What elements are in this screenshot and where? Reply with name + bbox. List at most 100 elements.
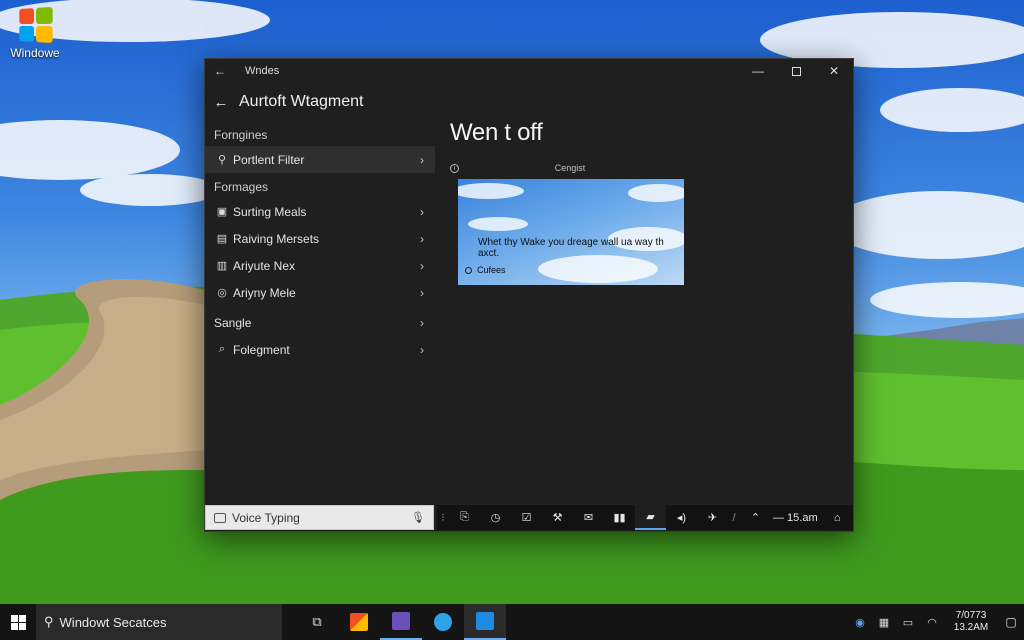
preview-text: Whet thy Wake you dreage wall ua way th … [478, 237, 664, 259]
close-button[interactable]: ✕ [815, 59, 853, 83]
more-icon[interactable]: ⁝ [437, 505, 449, 530]
content-pane: Wen t off i Cengist Whet thy Wake you dr… [450, 117, 850, 285]
photos-icon [476, 612, 494, 630]
battery-icon[interactable]: ▭ [896, 616, 920, 629]
sidebar-item-ariyute-nex[interactable]: ▥ Ariyute Nex › [205, 252, 435, 279]
desktop-icon-windows[interactable]: Windowe [4, 6, 66, 60]
sidebar-item-portlent-filter[interactable]: ⚲ Portlent Filter › [205, 146, 435, 173]
wrench-icon[interactable]: ⚒ [542, 505, 573, 530]
taskbar-app-onenote[interactable] [380, 604, 422, 640]
start-tile [18, 614, 26, 622]
title-bar[interactable]: ← Wndes — ✕ [205, 59, 853, 83]
caret-up-icon[interactable]: ⌃ [740, 505, 771, 530]
chevron-right-icon: › [420, 204, 424, 219]
chevron-right-icon: › [420, 231, 424, 246]
desktop-icon-label: Windowe [10, 46, 60, 60]
settings-window: ← Wndes — ✕ ← Aurtoft Wtagment Forngines… [204, 58, 854, 532]
chevron-right-icon: › [420, 152, 424, 167]
window-title: Wndes [245, 65, 280, 77]
titlebar-back-icon[interactable]: ← [205, 64, 235, 78]
keyboard-layout-icon[interactable]: ▦ [872, 616, 896, 629]
start-tile [10, 622, 18, 630]
logo-yellow [35, 26, 53, 44]
preview-option[interactable]: Cufees [465, 265, 506, 275]
mail-icon[interactable]: ✉ [573, 505, 604, 530]
image-icon: ▣ [216, 206, 228, 218]
slash-icon: / [732, 511, 736, 524]
network-icon[interactable]: ◠ [920, 616, 944, 629]
sidebar: Forngines ⚲ Portlent Filter › Formages ▣… [205, 121, 435, 363]
circle-icon: ◎ [217, 287, 227, 299]
search-icon: ⚲ [44, 614, 54, 629]
sidebar-item-label: Sangle [214, 315, 252, 330]
photo-icon: ▤ [216, 233, 228, 245]
minimize-icon: — [752, 64, 764, 78]
radio-icon [465, 266, 472, 274]
taskbar-app-photos[interactable] [464, 604, 506, 640]
search-icon: ⌕ [218, 343, 226, 355]
pin-icon: ⚲ [217, 154, 227, 166]
clock-time: 7/0773 [955, 610, 987, 621]
sidebar-item-folegment[interactable]: ⌕ Folegment › [205, 336, 435, 363]
chevron-right-icon: › [420, 342, 424, 357]
task-view-button[interactable]: ⧉ [296, 604, 338, 640]
page-header: ← Aurtoft Wtagment [205, 87, 364, 117]
preview-image[interactable]: Whet thy Wake you dreage wall ua way th … [458, 179, 684, 285]
airplane-icon[interactable]: ✈ [697, 505, 728, 530]
logo-red [19, 8, 35, 25]
start-button[interactable] [0, 604, 36, 640]
maximize-icon [791, 66, 801, 76]
edge-icon [434, 613, 452, 631]
task-view-icon: ⧉ [312, 614, 322, 629]
search-placeholder: Windowt Secatces [59, 614, 167, 630]
taskbar-app-edge[interactable] [422, 604, 464, 640]
signal-icon[interactable]: ▮▮ [604, 505, 635, 530]
clock-date: 13.2AM [953, 622, 989, 633]
sidebar-item-label: Surting Meals [233, 204, 307, 219]
film-icon: ▥ [216, 260, 228, 272]
sidebar-item-label: Raiving Mersets [233, 231, 320, 246]
preview-caption: Cengist [554, 163, 586, 173]
action-center-icon[interactable]: ⌂ [822, 505, 853, 530]
sidebar-item-surting-meals[interactable]: ▣ Surting Meals › [205, 198, 435, 225]
sidebar-group-heading: Forngines [214, 128, 268, 142]
chevron-right-icon: › [420, 315, 424, 330]
sidebar-group-heading: Formages [214, 180, 269, 194]
sidebar-item-raiving-mersets[interactable]: ▤ Raiving Mersets › [205, 225, 435, 252]
sidebar-item-label: Portlent Filter [233, 152, 305, 167]
taskbar: ⚲ Windowt Secatces ⧉ ◉ ▦ ▭ ◠ 7/0773 13.2… [0, 604, 1024, 640]
volume-icon[interactable]: ◂) [666, 505, 697, 530]
logo-blue [19, 25, 35, 42]
preview-option-label: Cufees [477, 265, 506, 275]
logo-green [35, 6, 53, 24]
maximize-button[interactable] [777, 59, 815, 83]
clock-icon[interactable]: ◷ [480, 505, 511, 530]
clipboard-icon[interactable]: ⎘ [449, 505, 480, 530]
sidebar-item-ariyny-mele[interactable]: ◎ Ariyny Mele › [205, 279, 435, 306]
notifications-icon[interactable]: ▢ [998, 615, 1024, 629]
minimize-button[interactable]: — [739, 59, 777, 83]
chevron-right-icon: › [420, 285, 424, 300]
chevron-right-icon: › [420, 258, 424, 273]
taskbar-clock[interactable]: 7/0773 13.2AM [944, 610, 998, 634]
page-title: Aurtoft Wtagment [239, 93, 364, 110]
keyboard-icon [214, 512, 226, 523]
system-tray: ◉ ▦ ▭ ◠ 7/0773 13.2AM ▢ [848, 604, 1024, 640]
start-tile [18, 622, 26, 630]
back-button[interactable]: ← [205, 94, 237, 111]
microphone-icon[interactable]: 🎙 [411, 511, 425, 524]
store-icon [350, 613, 368, 631]
sidebar-item-sangle[interactable]: Sangle › [205, 309, 435, 336]
folder-icon[interactable]: ▰ [635, 505, 666, 530]
taskbar-search-box[interactable]: ⚲ Windowt Secatces [36, 604, 282, 640]
sidebar-item-label: Ariyny Mele [233, 285, 296, 300]
windows-logo-icon [19, 6, 53, 44]
start-tile [10, 614, 18, 622]
window-tray-time[interactable]: — 15.am [771, 512, 822, 524]
checkbox-icon[interactable]: ☑ [511, 505, 542, 530]
voice-typing-bar[interactable]: Voice Typing 🎙 [205, 505, 434, 530]
taskbar-app-store[interactable] [338, 604, 380, 640]
location-icon[interactable]: ◉ [848, 616, 872, 629]
sidebar-item-label: Ariyute Nex [233, 258, 296, 273]
content-heading: Wen t off [450, 119, 543, 146]
